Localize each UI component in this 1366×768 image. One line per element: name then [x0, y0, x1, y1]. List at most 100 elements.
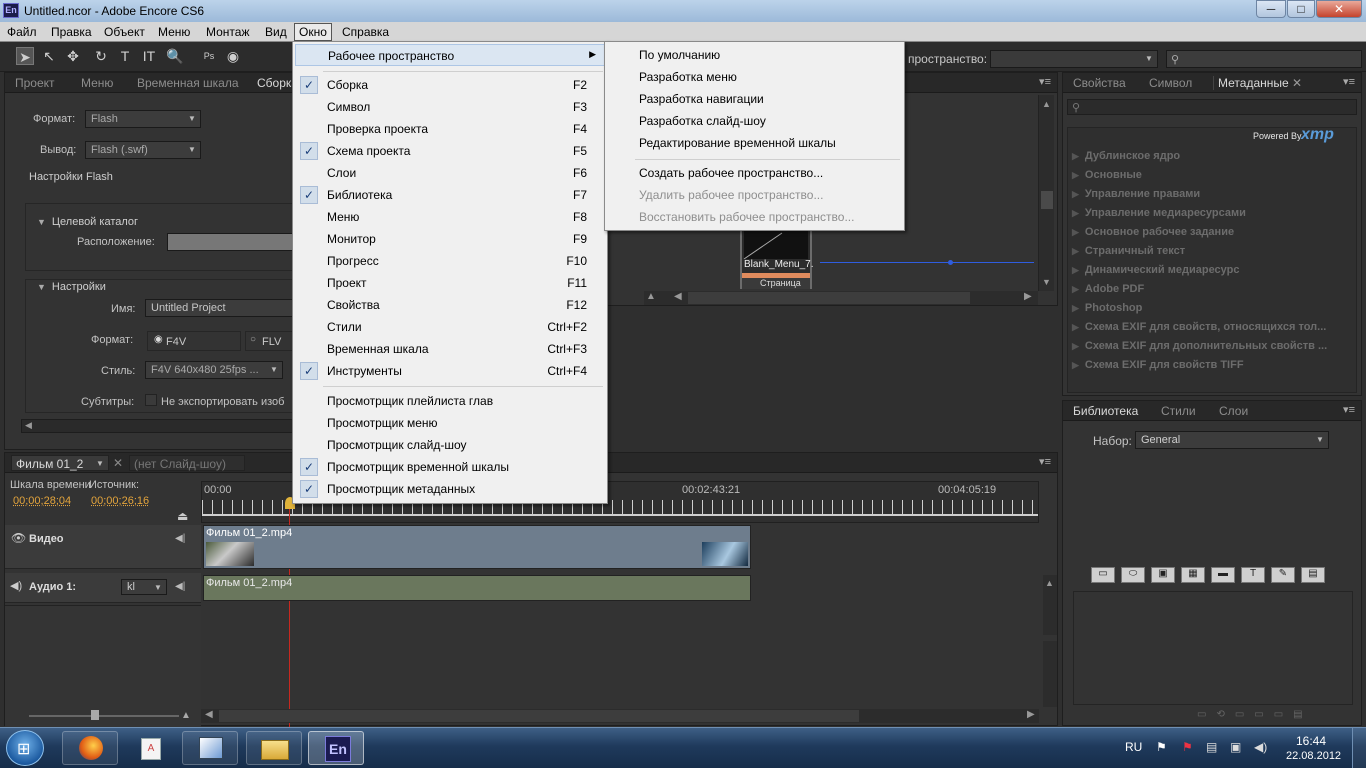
- taskbar-paint[interactable]: [182, 731, 238, 765]
- menu-item-library[interactable]: ✓ Библиотека F7: [295, 184, 605, 206]
- menu-edit[interactable]: Правка: [51, 25, 92, 39]
- scroll-thumb[interactable]: [1041, 191, 1053, 209]
- workspace-slideshow-design[interactable]: Разработка слайд-шоу: [607, 110, 902, 132]
- metadata-group[interactable]: ▶ Управление медиаресурсами: [1072, 207, 1246, 219]
- preview-icon[interactable]: ◉: [224, 47, 242, 65]
- scroll-down-icon[interactable]: ▼: [1042, 277, 1051, 287]
- panel-menu-icon[interactable]: ▾≡: [1343, 75, 1355, 88]
- menu-item-progress[interactable]: Прогресс F10: [295, 250, 605, 272]
- metadata-group[interactable]: ▶ Схема EXIF для свойств, относящихся тол…: [1072, 321, 1326, 333]
- start-button[interactable]: ⊞: [6, 730, 44, 766]
- workspace-menu-design[interactable]: Разработка меню: [607, 66, 902, 88]
- add-marker-icon[interactable]: ⏏: [177, 509, 188, 523]
- menu-help[interactable]: Справка: [342, 25, 389, 39]
- menu-window[interactable]: Окно: [294, 23, 332, 41]
- workspace-select[interactable]: ▼: [990, 50, 1158, 68]
- location-field[interactable]: [167, 233, 297, 251]
- metadata-group[interactable]: ▶ Основное рабочее задание: [1072, 226, 1234, 238]
- taskbar-explorer[interactable]: [246, 731, 302, 765]
- menu-item-chapter-viewer[interactable]: Просмотрщик плейлиста глав: [295, 390, 605, 412]
- workspace-default[interactable]: По умолчанию: [607, 44, 902, 66]
- metadata-group[interactable]: ▶ Основные: [1072, 169, 1142, 181]
- horizontal-scrollbar[interactable]: ◀: [21, 419, 297, 433]
- menu-item-flowchart[interactable]: ✓ Схема проекта F5: [295, 140, 605, 162]
- taskbar-firefox[interactable]: [62, 731, 118, 765]
- metadata-group[interactable]: ▶ Динамический медиаресурс: [1072, 264, 1239, 276]
- track-nav-icon[interactable]: ◀|: [175, 581, 185, 592]
- menu-item-layers[interactable]: Слои F6: [295, 162, 605, 184]
- metadata-group[interactable]: ▶ Дублинское ядро: [1072, 150, 1180, 162]
- name-input[interactable]: Untitled Project: [145, 299, 297, 317]
- panel-menu-icon[interactable]: ▾≡: [1039, 75, 1051, 88]
- settings-section-title[interactable]: ▼ Настройки: [37, 281, 106, 293]
- tab-movie[interactable]: Фильм 01_2 ▼: [11, 455, 109, 471]
- workspace-create[interactable]: Создать рабочее пространство...: [607, 162, 902, 184]
- maximize-button[interactable]: □: [1287, 0, 1315, 18]
- tab-properties[interactable]: Свойства: [1073, 76, 1126, 90]
- scroll-right-icon[interactable]: ▶: [1024, 291, 1032, 302]
- source-time[interactable]: 00;00;26;16: [91, 495, 149, 507]
- menu-item-symbol[interactable]: Символ F3: [295, 96, 605, 118]
- tab-metadata[interactable]: Метаданные ✕: [1213, 76, 1306, 90]
- metadata-group[interactable]: ▶ Страничный текст: [1072, 245, 1185, 257]
- metadata-group[interactable]: ▶ Схема EXIF для свойств TIFF: [1072, 359, 1244, 371]
- workspace-timeline-editing[interactable]: Редактирование временной шкалы: [607, 132, 902, 154]
- timeline-hscroll[interactable]: ◀ ▶: [201, 709, 1039, 723]
- menu-item-timeline-viewer[interactable]: ✓ Просмотрщик временной шкалы: [295, 456, 605, 478]
- close-tab-icon[interactable]: ✕: [1292, 76, 1302, 90]
- menu-item-project-check[interactable]: Проверка проекта F4: [295, 118, 605, 140]
- menu-item-build[interactable]: ✓ Сборка F2: [295, 74, 605, 96]
- oval-icon[interactable]: ⬭: [1121, 567, 1145, 583]
- photoshop-icon[interactable]: Ps: [200, 47, 218, 65]
- tab-timelines[interactable]: Временная шкала: [137, 76, 239, 90]
- radio-f4v[interactable]: ◉ F4V: [147, 331, 241, 351]
- folder-icon[interactable]: ▬: [1211, 567, 1235, 583]
- format-select[interactable]: Flash ▼: [85, 110, 201, 128]
- hscroll-thumb[interactable]: [688, 292, 970, 304]
- menu-item-properties[interactable]: Свойства F12: [295, 294, 605, 316]
- search-input[interactable]: ⚲: [1166, 50, 1362, 68]
- tab-project[interactable]: Проект: [15, 76, 55, 90]
- audio-lang-select[interactable]: kl ▼: [121, 579, 167, 595]
- clock-time[interactable]: 16:44: [1296, 734, 1326, 748]
- volume-icon[interactable]: ◀): [1254, 740, 1267, 754]
- menu-item-menus[interactable]: Меню F8: [295, 206, 605, 228]
- minimize-button[interactable]: ─: [1256, 0, 1286, 18]
- workspace-navigation-design[interactable]: Разработка навигации: [607, 88, 902, 110]
- tab-menus[interactable]: Меню: [81, 76, 113, 90]
- menu-item-monitor[interactable]: Монитор F9: [295, 228, 605, 250]
- rotate-tool-icon[interactable]: ↻: [92, 47, 110, 65]
- hscroll-thumb[interactable]: [219, 710, 859, 722]
- close-button[interactable]: ✕: [1316, 0, 1362, 18]
- clock-date[interactable]: 22.08.2012: [1286, 750, 1341, 762]
- taskbar-encore[interactable]: En: [308, 731, 364, 765]
- zoom-slider-thumb[interactable]: [91, 710, 99, 720]
- menu-object[interactable]: Объект: [104, 25, 145, 39]
- menu-item-slideshow-viewer[interactable]: Просмотрщик слайд-шоу: [295, 434, 605, 456]
- menu-icon[interactable]: ▤: [1301, 567, 1325, 583]
- text-tool-icon[interactable]: T: [116, 47, 134, 65]
- pattern-icon[interactable]: ▦: [1181, 567, 1205, 583]
- menu-build[interactable]: Монтаж: [206, 25, 250, 39]
- zoom-slider[interactable]: [29, 715, 179, 717]
- vertical-scrollbar[interactable]: ▲ ▼: [1038, 95, 1054, 291]
- network-icon[interactable]: ▣: [1230, 740, 1241, 754]
- move-tool-icon[interactable]: ✥: [64, 47, 82, 65]
- flag-icon[interactable]: ⚑: [1156, 740, 1167, 754]
- language-indicator[interactable]: RU: [1125, 740, 1142, 754]
- target-section-title[interactable]: ▼ Целевой каталог: [37, 216, 138, 228]
- menu-item-styles[interactable]: Стили Ctrl+F2: [295, 316, 605, 338]
- panel-menu-icon[interactable]: ▾≡: [1343, 403, 1355, 416]
- scroll-right-icon[interactable]: ▶: [1027, 709, 1035, 720]
- track-vscroll[interactable]: ▲: [1043, 575, 1057, 635]
- flowchart-hscroll[interactable]: ▲ ◀ ▶: [644, 291, 1038, 305]
- zoom-tool-icon[interactable]: 🔍: [166, 47, 184, 65]
- tab-symbol[interactable]: Символ: [1149, 76, 1192, 90]
- scroll-up-icon[interactable]: ▲: [1043, 578, 1054, 588]
- video-clip[interactable]: Фильм 01_2.mp4: [203, 525, 751, 569]
- metadata-group[interactable]: ▶ Adobe PDF: [1072, 283, 1144, 295]
- text-icon[interactable]: T: [1241, 567, 1265, 583]
- metadata-search[interactable]: ⚲: [1067, 99, 1357, 115]
- image-icon[interactable]: ▣: [1151, 567, 1175, 583]
- subtitles-checkbox[interactable]: [145, 394, 157, 406]
